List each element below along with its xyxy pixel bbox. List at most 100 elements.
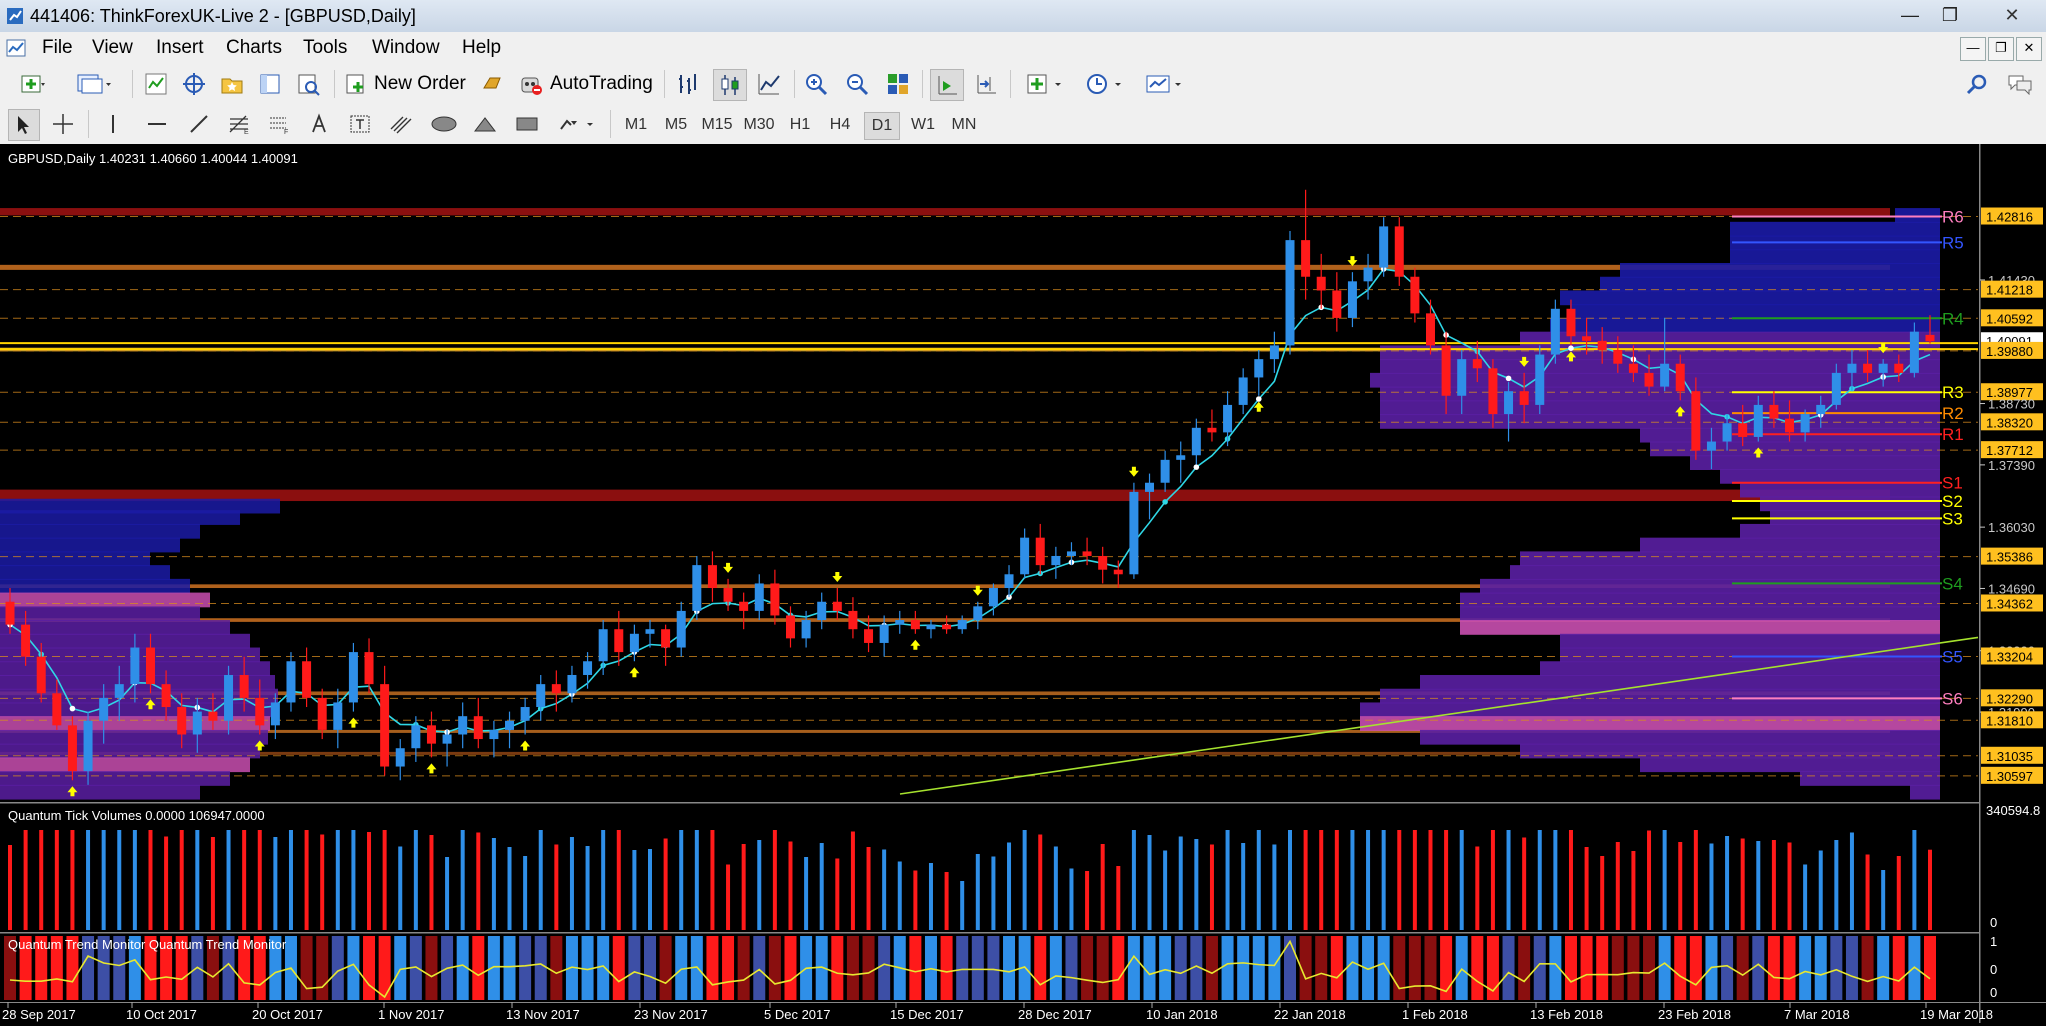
bear-candle: [739, 601, 749, 611]
date-label: 28 Dec 2017: [1018, 1007, 1092, 1022]
ellipse-button[interactable]: [428, 109, 460, 139]
timeframe-m30[interactable]: M30: [740, 112, 778, 138]
volume-bar: [554, 844, 559, 930]
new-order-button[interactable]: New Order: [344, 69, 472, 99]
timeframe-m5[interactable]: M5: [660, 112, 692, 138]
bear-candle: [1394, 226, 1404, 277]
timeframe-m1[interactable]: M1: [620, 112, 652, 138]
menu-help[interactable]: Help: [462, 37, 501, 59]
menu-file[interactable]: File: [42, 37, 73, 59]
text-tool-button[interactable]: [306, 109, 332, 139]
auto-scroll-icon: [938, 76, 957, 95]
arrows-button[interactable]: [552, 109, 602, 139]
new-chart-button[interactable]: [8, 69, 58, 99]
price-chart[interactable]: R6R5R4R3R2R1S1S2S3S4S5S6 1.428161.414301…: [0, 144, 2046, 1023]
search-button[interactable]: [1962, 69, 1992, 99]
bear-candle: [1566, 308, 1576, 337]
rectangle-button[interactable]: [512, 109, 542, 139]
fibo-retracement-button[interactable]: F: [264, 109, 294, 139]
menu-window[interactable]: Window: [372, 37, 440, 59]
profile-bar: [1460, 592, 1940, 608]
templates-button[interactable]: [1138, 69, 1192, 99]
volume-bar: [1928, 849, 1932, 930]
timeframe-h1[interactable]: H1: [784, 112, 816, 138]
trend-bar: [347, 936, 360, 1000]
mdi-minimize-button[interactable]: —: [1960, 37, 1986, 61]
volume-bar: [86, 830, 91, 930]
volume-bar: [710, 830, 715, 930]
bear-candle: [942, 624, 952, 630]
text-label-button[interactable]: [346, 109, 374, 139]
chat-button[interactable]: [2004, 69, 2036, 99]
signals-button[interactable]: [478, 69, 508, 99]
maximize-icon[interactable]: ❐: [1930, 2, 1970, 28]
crosshair-tool-icon: [53, 114, 73, 134]
cursor-button[interactable]: [8, 109, 40, 141]
bull-candle: [1347, 281, 1357, 318]
candlestick-chart-button[interactable]: [713, 69, 747, 101]
crosshair-tool-button[interactable]: [48, 109, 78, 139]
bear-candle: [1863, 363, 1873, 373]
bar-chart-icon: [679, 74, 696, 94]
channel-button[interactable]: [386, 109, 416, 139]
timeframe-m15[interactable]: M15: [698, 112, 736, 138]
trend-bar: [706, 936, 719, 1000]
profile-bar: [1510, 565, 1940, 580]
mdi-restore-button[interactable]: ❐: [1988, 37, 2014, 61]
timeframe-mn[interactable]: MN: [946, 112, 982, 138]
market-watch-button[interactable]: [140, 69, 172, 99]
menu-view[interactable]: View: [92, 37, 133, 59]
profile-bar: [1740, 482, 1940, 498]
tile-windows-button[interactable]: [882, 69, 914, 99]
bull-candle: [505, 720, 515, 730]
menu-insert[interactable]: Insert: [156, 37, 204, 59]
tick-volumes-max: 340594.8: [1986, 803, 2040, 818]
timeframe-h4[interactable]: H4: [824, 112, 856, 138]
text-tool-icon: [312, 113, 326, 133]
bear-candle: [1769, 404, 1779, 419]
trend-bar: [1783, 936, 1796, 1000]
periods-button[interactable]: [1078, 69, 1132, 99]
trend-bar: [1674, 936, 1687, 1000]
bull-candle: [1379, 226, 1389, 268]
vertical-line-button[interactable]: [100, 109, 126, 139]
profile-bar: [1370, 372, 1940, 388]
line-chart-button[interactable]: [754, 69, 784, 99]
new-order-icon: [346, 74, 364, 94]
triangle-button[interactable]: [470, 109, 500, 139]
mdi-close-button[interactable]: ✕: [2016, 37, 2042, 61]
indicators-button[interactable]: [1018, 69, 1072, 99]
trendline-button[interactable]: [186, 109, 212, 139]
date-label: 1 Feb 2018: [1402, 1007, 1468, 1022]
volume-bar: [1412, 830, 1417, 930]
profiles-button[interactable]: [66, 69, 122, 99]
zoom-in-button[interactable]: [800, 69, 832, 99]
timeframe-w1[interactable]: W1: [906, 112, 940, 138]
volume-bar: [1584, 847, 1589, 930]
bull-candle: [192, 711, 202, 735]
timeframe-d1[interactable]: D1: [864, 112, 900, 140]
bear-candle: [145, 647, 155, 685]
menu-charts[interactable]: Charts: [226, 37, 282, 59]
strategy-tester-button[interactable]: [292, 69, 324, 99]
chart-window[interactable]: R6 R5 R4 R3 R2 R1 S1 S2 S3 S4 S5 S6 1.42816 1.41430 1…: [0, 144, 2046, 1023]
profile-bar: [0, 606, 200, 622]
menu-tools[interactable]: Tools: [303, 37, 347, 59]
auto-scroll-button[interactable]: [930, 69, 964, 101]
chart-shift-button[interactable]: [970, 69, 1002, 99]
bear-candle: [1785, 418, 1795, 433]
fibonacci-button[interactable]: E: [224, 109, 254, 139]
bar-chart-button[interactable]: [672, 69, 702, 99]
horizontal-line-button[interactable]: [144, 109, 170, 139]
zoom-out-button[interactable]: [841, 69, 873, 99]
close-icon[interactable]: ✕: [1992, 2, 2032, 28]
data-window-button[interactable]: [254, 69, 286, 99]
volume-bar: [1272, 844, 1277, 930]
minimize-icon[interactable]: —: [1890, 2, 1930, 28]
favorites-button[interactable]: [216, 69, 248, 99]
bear-candle: [864, 629, 874, 643]
trend-bar: [987, 936, 1000, 1000]
navigator-button[interactable]: [178, 69, 210, 99]
volume-bar: [1490, 830, 1495, 930]
autotrading-button[interactable]: AutoTrading: [518, 69, 658, 99]
